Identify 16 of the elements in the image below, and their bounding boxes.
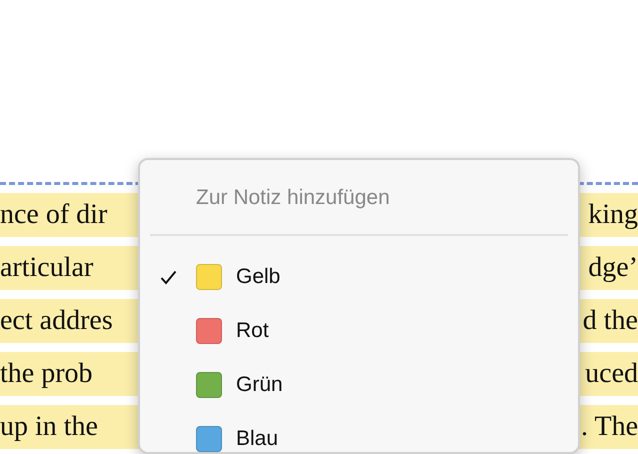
text-fragment: . The bbox=[580, 410, 638, 444]
text-fragment: dge’ bbox=[588, 251, 638, 285]
text-fragment: d the bbox=[582, 304, 638, 338]
menu-item[interactable]: Grün bbox=[140, 358, 578, 412]
text-fragment: nce of dir bbox=[0, 198, 108, 232]
text-fragment: uced bbox=[585, 357, 638, 391]
text-fragment: articular bbox=[0, 251, 94, 285]
text-fragment: ect addres bbox=[0, 304, 113, 338]
text-fragment: up in the bbox=[0, 410, 98, 444]
menu-header: Zur Notiz hinzufügen bbox=[196, 185, 390, 211]
text-fragment: the prob bbox=[0, 357, 93, 391]
menu-item[interactable]: Blau bbox=[140, 412, 578, 452]
menu-item[interactable]: Rot bbox=[140, 304, 578, 358]
checkmark-icon bbox=[160, 270, 177, 284]
text-fragment: king bbox=[588, 198, 638, 232]
menu-item[interactable]: Gelb bbox=[140, 250, 578, 304]
